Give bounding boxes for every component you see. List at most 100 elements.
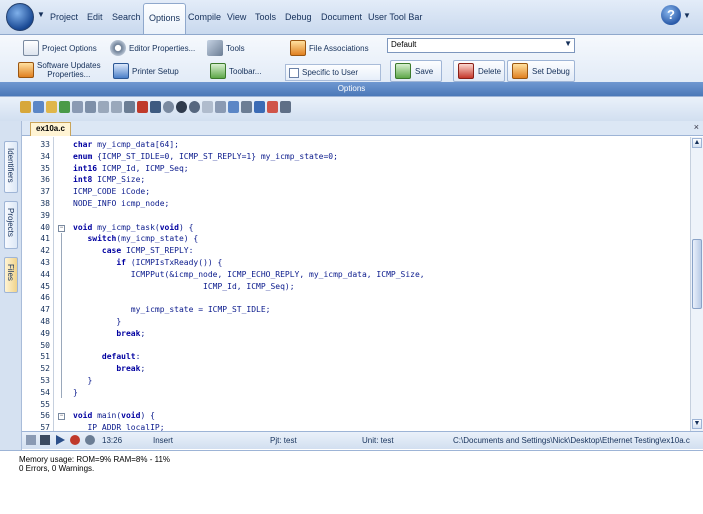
specific-to-user-checkbox[interactable]: Specific to User	[285, 64, 381, 81]
menu-edit[interactable]: Edit	[87, 12, 103, 22]
tab-files[interactable]: Files	[4, 257, 18, 293]
project-options-button[interactable]: Project Options	[23, 40, 97, 56]
delete-button[interactable]: Delete	[453, 60, 505, 82]
configuration-select[interactable]: Default ▼	[387, 38, 575, 53]
toolbar-button[interactable]: Toolbar...	[210, 63, 261, 79]
close-icon[interactable]: ×	[694, 122, 699, 132]
code-line[interactable]: int8 ICMP_Size;	[73, 175, 145, 184]
outdent-icon[interactable]	[111, 101, 122, 113]
code-line[interactable]: case ICMP_ST_REPLY:	[73, 246, 194, 255]
line-number: 47	[40, 305, 50, 315]
indent-icon[interactable]	[98, 101, 109, 113]
bug-icon[interactable]	[137, 101, 148, 113]
chip-icon[interactable]	[150, 101, 161, 113]
window-icon[interactable]	[228, 101, 239, 113]
code-line[interactable]: ICMP_Id, ICMP_Seq);	[73, 282, 295, 291]
tab-identifiers[interactable]: Identifiers	[4, 141, 18, 193]
code-line[interactable]: void my_icmp_task(void) {	[73, 223, 193, 232]
code-line[interactable]: ICMP_CODE iCode;	[73, 187, 150, 196]
folder-icon[interactable]	[46, 101, 57, 113]
app-orb-button[interactable]	[6, 3, 34, 31]
menu-debug[interactable]: Debug	[285, 12, 312, 22]
replace-icon[interactable]	[85, 101, 96, 113]
code-line[interactable]: char my_icmp_data[64];	[73, 140, 179, 149]
stop-icon[interactable]	[267, 101, 278, 113]
play-icon[interactable]	[56, 435, 65, 445]
chevron-down-icon[interactable]: ▼	[683, 11, 691, 20]
menu-document[interactable]: Document	[321, 12, 362, 22]
open-icon[interactable]	[33, 101, 44, 113]
code-line[interactable]: }	[73, 388, 78, 397]
code-line[interactable]: ICMPPut(&icmp_node, ICMP_ECHO_REPLY, my_…	[73, 270, 425, 279]
code-line[interactable]: enum {ICMP_ST_IDLE=0, ICMP_ST_REPLY=1} m…	[73, 152, 338, 161]
tab-projects[interactable]: Projects	[4, 201, 18, 249]
software-updates-button[interactable]: Software Updates Properties...	[18, 61, 101, 79]
menu-search[interactable]: Search	[112, 12, 141, 22]
menu-user-tool-bar[interactable]: User Tool Bar	[368, 12, 422, 22]
scroll-up-icon[interactable]: ▲	[692, 138, 702, 148]
record-icon[interactable]	[176, 101, 187, 113]
code-line[interactable]: break;	[73, 329, 145, 338]
record-status-icon[interactable]	[70, 435, 80, 445]
stop-status-icon[interactable]	[85, 435, 95, 445]
line-number: 37	[40, 187, 50, 197]
scroll-down-icon[interactable]: ▼	[692, 419, 702, 429]
menu-compile[interactable]: Compile	[188, 12, 221, 22]
ribbon-group-label: Options	[0, 82, 703, 96]
line-number: 55	[40, 399, 50, 409]
code-line[interactable]: }	[73, 376, 92, 385]
editor-tab-bar: ex10a.c ×	[22, 121, 703, 136]
edit-icon[interactable]	[20, 101, 31, 113]
line-number: 50	[40, 340, 50, 350]
editor-properties-button[interactable]: Editor Properties...	[110, 40, 195, 56]
code-line[interactable]: switch(my_icmp_state) {	[73, 234, 198, 243]
scroll-thumb[interactable]	[692, 239, 702, 309]
menu-project[interactable]: Project	[50, 12, 78, 22]
fold-toggle-icon[interactable]: −	[58, 224, 65, 232]
list-icon[interactable]	[124, 101, 135, 113]
minus-icon[interactable]	[26, 435, 36, 445]
file-tab[interactable]: ex10a.c	[30, 122, 71, 136]
settings-icon[interactable]	[189, 101, 200, 113]
code-line[interactable]: void main(void) {	[73, 411, 155, 420]
terminal-icon[interactable]	[241, 101, 252, 113]
menu-tools[interactable]: Tools	[255, 12, 276, 22]
code-line[interactable]: IP_ADDR localIP;	[73, 423, 164, 431]
code-line[interactable]: if (ICMPIsTxReady()) {	[73, 258, 222, 267]
code-line[interactable]: int16 ICMP_Id, ICMP_Seq;	[73, 164, 189, 173]
compile-icon[interactable]	[59, 101, 70, 113]
menu-options[interactable]: Options	[143, 3, 187, 34]
code-editor[interactable]: 33 char my_icmp_data[64]; 34 enum {ICMP_ST_…	[22, 137, 690, 431]
find-icon[interactable]	[72, 101, 83, 113]
help-icon[interactable]: ?	[661, 5, 681, 25]
help-toolbar-icon[interactable]	[202, 101, 213, 113]
save-button[interactable]: Save	[390, 60, 442, 82]
chevron-down-icon[interactable]: ▼	[37, 10, 45, 19]
code-line[interactable]: default:	[73, 352, 141, 361]
bookmark-icon[interactable]	[215, 101, 226, 113]
code-line[interactable]: break;	[73, 364, 145, 373]
code-line[interactable]: }	[73, 317, 121, 326]
menu-view[interactable]: View	[227, 12, 246, 22]
save-status-icon[interactable]	[40, 435, 50, 445]
program-icon[interactable]	[280, 101, 291, 113]
tools-button[interactable]: Tools	[207, 40, 245, 56]
line-number: 57	[40, 423, 50, 431]
line-number: 44	[40, 269, 50, 279]
fold-toggle-icon[interactable]: −	[58, 413, 65, 421]
set-debug-button[interactable]: Set Debug	[507, 60, 575, 82]
save-all-icon[interactable]	[254, 101, 265, 113]
printer-setup-button[interactable]: Printer Setup	[113, 63, 179, 79]
file-associations-button[interactable]: File Associations	[290, 40, 369, 56]
clock-icon[interactable]	[163, 101, 174, 113]
line-number: 43	[40, 258, 50, 267]
line-number: 48	[40, 317, 50, 326]
menu-bar: ▼ Project Edit Search Options Compile Vi…	[0, 0, 703, 34]
line-number: 53	[40, 376, 50, 385]
code-line[interactable]: my_icmp_state = ICMP_ST_IDLE;	[73, 305, 271, 314]
editor-scrollbar[interactable]: ▲ ▼	[690, 137, 703, 431]
code-line[interactable]: NODE_INFO icmp_node;	[73, 199, 169, 208]
checkbox-icon	[289, 67, 299, 78]
file-associations-icon	[290, 40, 306, 56]
line-number: 35	[40, 163, 50, 173]
